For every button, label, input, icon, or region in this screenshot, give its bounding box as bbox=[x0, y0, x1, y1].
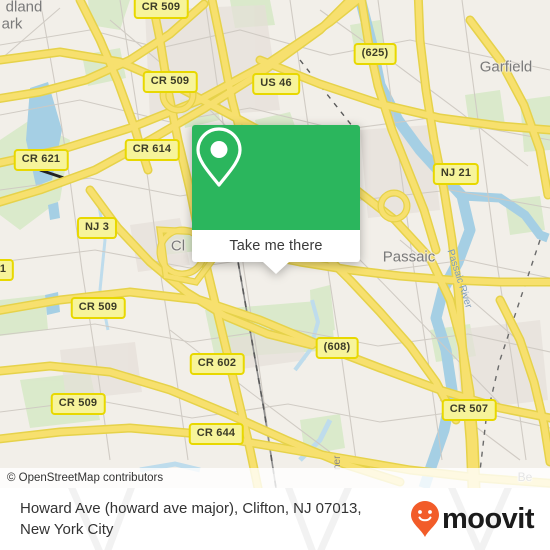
place-label: Passaic bbox=[382, 248, 436, 266]
road-shield: CR 509 bbox=[133, 0, 189, 19]
road-shield: CR 507 bbox=[441, 399, 497, 421]
place-label: Cl bbox=[170, 237, 186, 255]
popup-header bbox=[192, 125, 360, 230]
location-title: Howard Ave (howard ave major), Clifton, … bbox=[0, 498, 362, 541]
moovit-brand[interactable]: moovit bbox=[410, 500, 535, 538]
road-shield: CR 621 bbox=[13, 149, 69, 171]
place-label: ark bbox=[1, 15, 23, 33]
place-label: dland bbox=[5, 0, 43, 16]
map-pin-icon bbox=[196, 127, 242, 187]
take-me-there-label: Take me there bbox=[229, 238, 323, 254]
road-shield: CR 509 bbox=[142, 71, 198, 93]
attribution-text: © OpenStreetMap contributors bbox=[7, 472, 164, 484]
road-shield: NJ 3 bbox=[76, 217, 118, 239]
popup-tail bbox=[263, 262, 289, 274]
road-shield: CR 602 bbox=[189, 353, 245, 375]
moovit-pin-smiley-icon bbox=[410, 501, 439, 537]
moovit-wordmark: moovit bbox=[441, 502, 535, 535]
popup-footer[interactable]: Take me there bbox=[192, 230, 360, 274]
road-shield: US 46 bbox=[252, 73, 300, 95]
road-shield: 1 bbox=[0, 259, 15, 281]
map-attribution: © OpenStreetMap contributors bbox=[0, 468, 550, 488]
location-title-line2: New York City bbox=[20, 521, 114, 538]
place-label: Garfield bbox=[479, 58, 533, 76]
road-shield: CR 644 bbox=[188, 423, 244, 445]
road-shield: (625) bbox=[353, 43, 397, 65]
location-title-line1: Howard Ave (howard ave major), Clifton, … bbox=[20, 499, 362, 517]
road-shield: CR 509 bbox=[50, 393, 106, 415]
road-shield: (608) bbox=[315, 337, 359, 359]
map-canvas[interactable]: Passaic River ner dland ark Garfield Cl Pass… bbox=[0, 0, 550, 488]
moovit-map-page: Passaic River ner dland ark Garfield Cl Pass… bbox=[0, 0, 550, 550]
take-me-there-popup[interactable]: Take me there bbox=[192, 125, 360, 274]
page-footer: Howard Ave (howard ave major), Clifton, … bbox=[0, 488, 550, 550]
road-shield: NJ 21 bbox=[432, 163, 480, 185]
road-shield: CR 614 bbox=[124, 139, 180, 161]
road-shield: CR 509 bbox=[70, 297, 126, 319]
